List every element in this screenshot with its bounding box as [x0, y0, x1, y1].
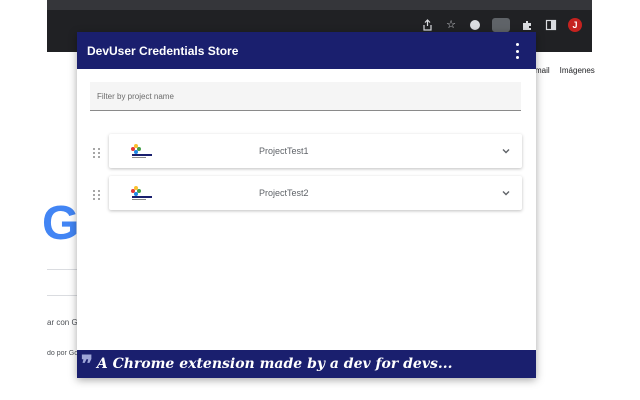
- puzzle-extensions-icon[interactable]: [520, 18, 534, 32]
- menu-dot-icon: [515, 49, 519, 53]
- divider: [47, 269, 77, 270]
- google-logo-letter-g: G: [42, 197, 80, 250]
- drag-handle-icon[interactable]: [93, 190, 101, 200]
- filter-field[interactable]: [90, 82, 521, 111]
- google-footer-text: do por Go: [47, 350, 77, 357]
- bookmark-star-icon[interactable]: ☆: [444, 18, 458, 32]
- project-name: ProjectTest2: [259, 188, 309, 198]
- extension-globe-icon[interactable]: [468, 18, 482, 32]
- side-panel-icon[interactable]: [544, 18, 558, 32]
- company-logo-icon: [131, 186, 152, 200]
- profile-avatar[interactable]: J: [568, 18, 582, 32]
- project-row[interactable]: ProjectTest2: [109, 176, 522, 210]
- browser-tab-strip: [47, 0, 592, 10]
- chevron-down-icon[interactable]: [500, 145, 512, 157]
- quote-icon: ❞: [81, 351, 93, 377]
- extension-popup: DevUser Credentials Store ProjectTest1: [77, 32, 536, 378]
- google-top-links: mail Imágenes: [535, 66, 595, 75]
- footer-tagline: A Chrome extension made by a dev for dev…: [96, 356, 453, 372]
- footer-banner: ❞ A Chrome extension made by a dev for d…: [77, 350, 536, 378]
- app-title: DevUser Credentials Store: [87, 43, 239, 58]
- chevron-down-icon[interactable]: [500, 187, 512, 199]
- extension-credentials-icon[interactable]: [492, 18, 510, 32]
- images-link[interactable]: Imágenes: [560, 66, 595, 75]
- more-vert-menu-button[interactable]: [512, 43, 522, 59]
- google-search-text: ar con Go: [47, 318, 77, 327]
- filter-input[interactable]: [90, 82, 521, 110]
- divider: [47, 295, 77, 296]
- menu-dot-icon: [515, 43, 519, 46]
- app-header: DevUser Credentials Store: [77, 32, 536, 69]
- gmail-link[interactable]: mail: [535, 66, 550, 75]
- menu-dot-icon: [515, 56, 519, 59]
- project-name: ProjectTest1: [259, 146, 309, 156]
- company-logo-icon: [131, 144, 152, 158]
- project-row[interactable]: ProjectTest1: [109, 134, 522, 168]
- share-icon[interactable]: [420, 18, 434, 32]
- drag-handle-icon[interactable]: [93, 148, 101, 158]
